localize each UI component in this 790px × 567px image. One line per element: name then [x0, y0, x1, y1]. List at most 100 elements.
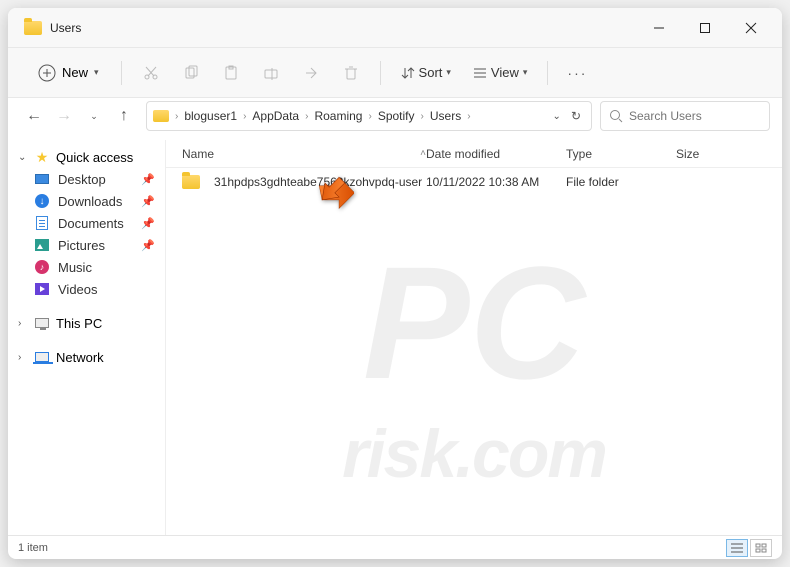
pin-icon: 📌 — [141, 239, 155, 252]
separator — [380, 61, 381, 85]
breadcrumb-separator: › — [421, 111, 424, 122]
chevron-down-icon: ▾ — [446, 67, 451, 78]
breadcrumb-item[interactable]: bloguser1 — [180, 107, 241, 125]
breadcrumb-separator: › — [243, 111, 246, 122]
close-button[interactable] — [728, 12, 774, 44]
pictures-icon — [35, 239, 49, 251]
more-button[interactable]: ··· — [560, 58, 594, 88]
new-button[interactable]: New ▾ — [28, 60, 109, 86]
pin-icon: 📌 — [141, 217, 155, 230]
chevron-down-icon: ▾ — [523, 67, 528, 78]
desktop-icon — [35, 174, 49, 184]
sort-button[interactable]: Sort ▾ — [393, 61, 459, 84]
watermark-text: risk.com — [342, 415, 606, 493]
pin-icon: 📌 — [141, 195, 155, 208]
folder-icon — [24, 21, 42, 35]
network-section[interactable]: › Network — [8, 346, 165, 368]
pc-icon — [35, 318, 49, 328]
quick-access-section[interactable]: ⌄ ★ Quick access — [8, 146, 165, 168]
file-explorer-window: Users New ▾ Sort ▾ View ▾ — [8, 8, 782, 559]
pin-icon: 📌 — [141, 173, 155, 186]
sidebar-item-documents[interactable]: Documents📌 — [8, 212, 165, 234]
toolbar: New ▾ Sort ▾ View ▾ ··· — [8, 48, 782, 98]
network-label: Network — [56, 350, 104, 365]
sidebar-item-label: Music — [58, 260, 92, 275]
chevron-right-icon: › — [18, 318, 28, 329]
separator — [547, 61, 548, 85]
sidebar-item-desktop[interactable]: Desktop 📌 — [8, 168, 165, 190]
network-icon — [35, 352, 49, 362]
paste-button[interactable] — [214, 58, 248, 88]
this-pc-label: This PC — [56, 316, 102, 331]
view-button[interactable]: View ▾ — [465, 61, 535, 84]
item-count: 1 item — [18, 542, 48, 554]
column-headers: Name ˄ Date modified Type Size — [166, 140, 782, 168]
status-bar: 1 item — [8, 535, 782, 559]
minimize-button[interactable] — [636, 12, 682, 44]
quick-access-label: Quick access — [56, 150, 133, 165]
sidebar-item-pictures[interactable]: Pictures 📌 — [8, 234, 165, 256]
documents-icon — [36, 216, 48, 230]
file-date: 10/11/2022 10:38 AM — [426, 175, 566, 189]
maximize-button[interactable] — [682, 12, 728, 44]
breadcrumb-item[interactable]: Spotify — [374, 107, 419, 125]
address-bar[interactable]: › bloguser1 › AppData › Roaming › Spotif… — [146, 101, 592, 131]
rename-button[interactable] — [254, 58, 288, 88]
sidebar-item-videos[interactable]: Videos — [8, 278, 165, 300]
file-name: 31hpdps3gdhteabe7562kzohvpdq-user — [214, 175, 422, 189]
up-button[interactable]: ↑ — [110, 102, 138, 130]
titlebar: Users — [8, 8, 782, 48]
breadcrumb-item[interactable]: Users — [426, 107, 465, 125]
sidebar-item-label: Videos — [58, 282, 98, 297]
column-date[interactable]: Date modified — [426, 147, 566, 161]
downloads-icon: ↓ — [35, 194, 49, 208]
copy-button[interactable] — [174, 58, 208, 88]
sidebar-item-label: Desktop — [58, 172, 106, 187]
this-pc-section[interactable]: › This PC — [8, 312, 165, 334]
refresh-button[interactable]: ↻ — [571, 109, 581, 123]
back-button[interactable]: ← — [20, 102, 48, 130]
address-dropdown-button[interactable]: ⌄ — [553, 111, 561, 122]
breadcrumb-separator: › — [175, 111, 178, 122]
file-type: File folder — [566, 175, 676, 189]
watermark: PC risk.com — [166, 178, 782, 535]
breadcrumb-separator: › — [368, 111, 371, 122]
column-name[interactable]: Name ˄ — [176, 147, 426, 161]
thumbnail-view-button[interactable] — [750, 539, 772, 557]
breadcrumb-item[interactable]: AppData — [248, 107, 303, 125]
sort-icon — [401, 66, 415, 80]
navigation-pane: ⌄ ★ Quick access Desktop 📌 ↓ Downloads 📌 Do… — [8, 140, 166, 535]
breadcrumb-separator: › — [467, 111, 470, 122]
sidebar-item-downloads[interactable]: ↓ Downloads 📌 — [8, 190, 165, 212]
column-type[interactable]: Type — [566, 147, 676, 161]
column-label: Type — [566, 147, 592, 161]
view-icon — [473, 66, 487, 80]
column-size[interactable]: Size — [676, 147, 782, 161]
delete-button[interactable] — [334, 58, 368, 88]
sidebar-item-music[interactable]: ♪Music — [8, 256, 165, 278]
folder-icon — [182, 175, 200, 189]
share-button[interactable] — [294, 58, 328, 88]
search-input[interactable] — [629, 109, 749, 123]
chevron-down-icon: ▾ — [94, 67, 99, 78]
sidebar-item-label: Downloads — [58, 194, 122, 209]
search-icon — [609, 109, 623, 123]
sidebar-item-label: Pictures — [58, 238, 105, 253]
file-rows: 31hpdps3gdhteabe7562kzohvpdq-user 10/11/… — [166, 168, 782, 535]
forward-button[interactable]: → — [50, 102, 78, 130]
cut-button[interactable] — [134, 58, 168, 88]
chevron-right-icon: › — [18, 352, 28, 363]
breadcrumb-separator: › — [305, 111, 308, 122]
videos-icon — [35, 283, 49, 295]
search-box[interactable] — [600, 101, 770, 131]
new-label: New — [62, 65, 88, 80]
separator — [121, 61, 122, 85]
view-label: View — [491, 65, 519, 80]
breadcrumb-item[interactable]: Roaming — [310, 107, 366, 125]
file-row[interactable]: 31hpdps3gdhteabe7562kzohvpdq-user 10/11/… — [166, 168, 782, 196]
details-view-button[interactable] — [726, 539, 748, 557]
recent-button[interactable]: ⌄ — [80, 102, 108, 130]
navigation-bar: ← → ⌄ ↑ › bloguser1 › AppData › Roaming … — [8, 98, 782, 140]
folder-icon — [153, 110, 169, 122]
star-icon: ★ — [34, 149, 50, 165]
